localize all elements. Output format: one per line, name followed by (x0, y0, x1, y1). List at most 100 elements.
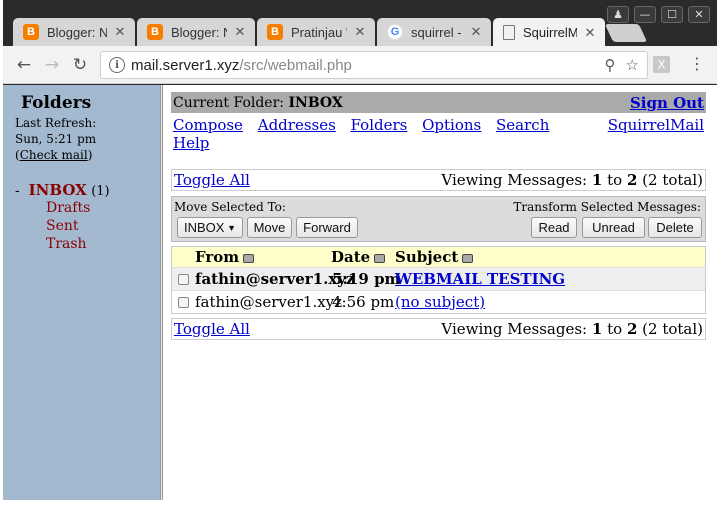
info-icon[interactable]: i (109, 57, 125, 73)
tab-google-squirrel[interactable]: G squirrel - C ✕ (377, 18, 491, 46)
google-icon: G (387, 24, 403, 40)
sign-out-link[interactable]: Sign Out (630, 94, 704, 112)
folder-inbox[interactable]: - INBOX (1) (15, 181, 160, 199)
window-close-icon[interactable]: ✕ (688, 6, 710, 23)
tab-blogger-1[interactable]: B Blogger: N ✕ (13, 18, 135, 46)
viewing-to: 2 (626, 320, 638, 338)
address-bar[interactable]: i mail.server1.xyz/src/webmail.php ⚲ ☆ (100, 51, 648, 79)
current-folder-name: INBOX (288, 94, 343, 111)
message-table: From Date Subject fathin@server1.xyz 5:1… (171, 246, 706, 314)
folders-pane: Folders Last Refresh: Sun, 5:21 pm (Chec… (3, 85, 160, 500)
message-from: fathin@server1.xyz (195, 293, 343, 311)
blogger-icon: B (267, 24, 283, 40)
bookmark-star-icon[interactable]: ☆ (626, 56, 639, 74)
browser-toolbar: ← → ↻ i mail.server1.xyz/src/webmail.php… (3, 46, 717, 84)
close-icon[interactable]: ✕ (583, 25, 597, 41)
viewing-from: 1 (591, 171, 603, 189)
blogger-icon: B (23, 24, 39, 40)
url-host: mail.server1.xyz (131, 56, 240, 74)
mark-read-button[interactable]: Read (531, 217, 577, 238)
maximize-icon[interactable]: ☐ (661, 6, 683, 23)
delete-button[interactable]: Delete (648, 217, 702, 238)
folders-link[interactable]: Folders (351, 116, 408, 134)
column-from[interactable]: From (195, 248, 255, 266)
message-subject-link[interactable]: (no subject) (395, 293, 485, 311)
sort-icon[interactable] (243, 253, 255, 263)
current-folder-label: Current Folder: (173, 94, 285, 111)
addresses-link[interactable]: Addresses (258, 116, 336, 134)
check-mail-link[interactable]: Check mail (20, 148, 88, 162)
viewing-prefix: Viewing Messages: (441, 320, 588, 338)
tab-title: SquirrelM (523, 25, 577, 40)
forward-button[interactable]: Forward (296, 217, 358, 238)
column-from-label: From (195, 248, 240, 266)
sort-icon[interactable] (462, 253, 474, 263)
minimize-icon[interactable]: — (634, 6, 656, 23)
dropdown-arrow-icon: ▼ (227, 222, 236, 233)
message-list-pane: Current Folder: INBOX Sign Out Compose A… (171, 92, 706, 340)
message-from: fathin@server1.xyz (195, 270, 355, 288)
folder-drafts[interactable]: Drafts (46, 199, 160, 217)
tab-title: Blogger: N (171, 24, 227, 40)
column-subject[interactable]: Subject (395, 248, 474, 266)
viewing-messages: Viewing Messages: 1 to 2 (2 total) (441, 320, 703, 338)
column-date-label: Date (331, 248, 371, 266)
row-checkbox[interactable] (178, 296, 189, 308)
message-subject-link[interactable]: WEBMAIL TESTING (395, 270, 565, 288)
help-link[interactable]: Help (173, 134, 209, 152)
close-icon[interactable]: ✕ (469, 24, 483, 40)
mark-unread-button[interactable]: Unread (582, 217, 645, 238)
tab-strip: B Blogger: N ✕ B Blogger: N ✕ B Pratinja… (3, 0, 717, 47)
check-mail-line: (Check mail) (15, 147, 160, 163)
last-refresh-label: Last Refresh: (15, 116, 97, 130)
toggle-all-link[interactable]: Toggle All (174, 171, 250, 189)
paging-bar-bottom: Toggle All Viewing Messages: 1 to 2 (2 t… (171, 318, 706, 340)
back-icon[interactable]: ← (13, 54, 35, 76)
sort-icon[interactable] (374, 253, 386, 263)
pin-icon[interactable]: ⚲ (605, 56, 616, 74)
column-subject-label: Subject (395, 248, 459, 266)
extension-icon[interactable]: X (653, 56, 670, 73)
viewing-from: 1 (591, 320, 603, 338)
transform-label: Transform Selected Messages: (513, 200, 701, 214)
table-row: fathin@server1.xyz 4:56 pm (no subject) (172, 290, 705, 313)
menu-icon[interactable]: ⋮ (689, 54, 705, 73)
column-date[interactable]: Date (331, 248, 386, 266)
close-icon[interactable]: ✕ (353, 24, 367, 40)
compose-link[interactable]: Compose (173, 116, 243, 134)
url-path: /src/webmail.php (239, 56, 352, 74)
tab-blogger-2[interactable]: B Blogger: N ✕ (137, 18, 255, 46)
frame-divider[interactable] (160, 85, 163, 500)
tab-squirrelmail[interactable]: SquirrelM ✕ (493, 18, 605, 47)
folder-sent[interactable]: Sent (46, 217, 160, 235)
move-target-select[interactable]: INBOX ▼ (177, 217, 243, 238)
tab-pratinjau[interactable]: B Pratinjau ' ✕ (257, 18, 375, 46)
viewing-messages: Viewing Messages: 1 to 2 (2 total) (441, 171, 703, 189)
message-table-header: From Date Subject (172, 247, 705, 267)
folder-inbox-label[interactable]: INBOX (29, 181, 87, 199)
row-checkbox[interactable] (178, 273, 189, 285)
user-icon[interactable]: ♟ (607, 6, 629, 23)
move-target-value: INBOX (184, 220, 225, 235)
squirrelmail-link[interactable]: SquirrelMail (608, 116, 704, 152)
folder-inbox-count: (1) (91, 184, 110, 199)
folder-list: - INBOX (1) Drafts Sent Trash (15, 181, 160, 253)
options-link[interactable]: Options (422, 116, 481, 134)
new-tab-button[interactable] (604, 24, 648, 42)
reload-icon[interactable]: ↻ (69, 54, 91, 76)
move-label: Move Selected To: (174, 200, 286, 214)
close-icon[interactable]: ✕ (233, 24, 247, 40)
move-button[interactable]: Move (247, 217, 292, 238)
forward-icon[interactable]: → (41, 54, 63, 76)
tab-title: Blogger: N (47, 24, 107, 40)
viewing-to-word: to (607, 320, 623, 338)
tab-title: Pratinjau ' (291, 24, 347, 40)
toggle-all-link[interactable]: Toggle All (174, 320, 250, 338)
viewing-prefix: Viewing Messages: (441, 171, 588, 189)
folder-trash[interactable]: Trash (46, 235, 160, 253)
close-icon[interactable]: ✕ (113, 24, 127, 40)
message-date: 5:19 pm (332, 270, 401, 288)
search-link[interactable]: Search (496, 116, 549, 134)
main-nav: Compose Addresses Folders Options Search… (171, 116, 706, 152)
page-viewport: Folders Last Refresh: Sun, 5:21 pm (Chec… (3, 85, 717, 500)
